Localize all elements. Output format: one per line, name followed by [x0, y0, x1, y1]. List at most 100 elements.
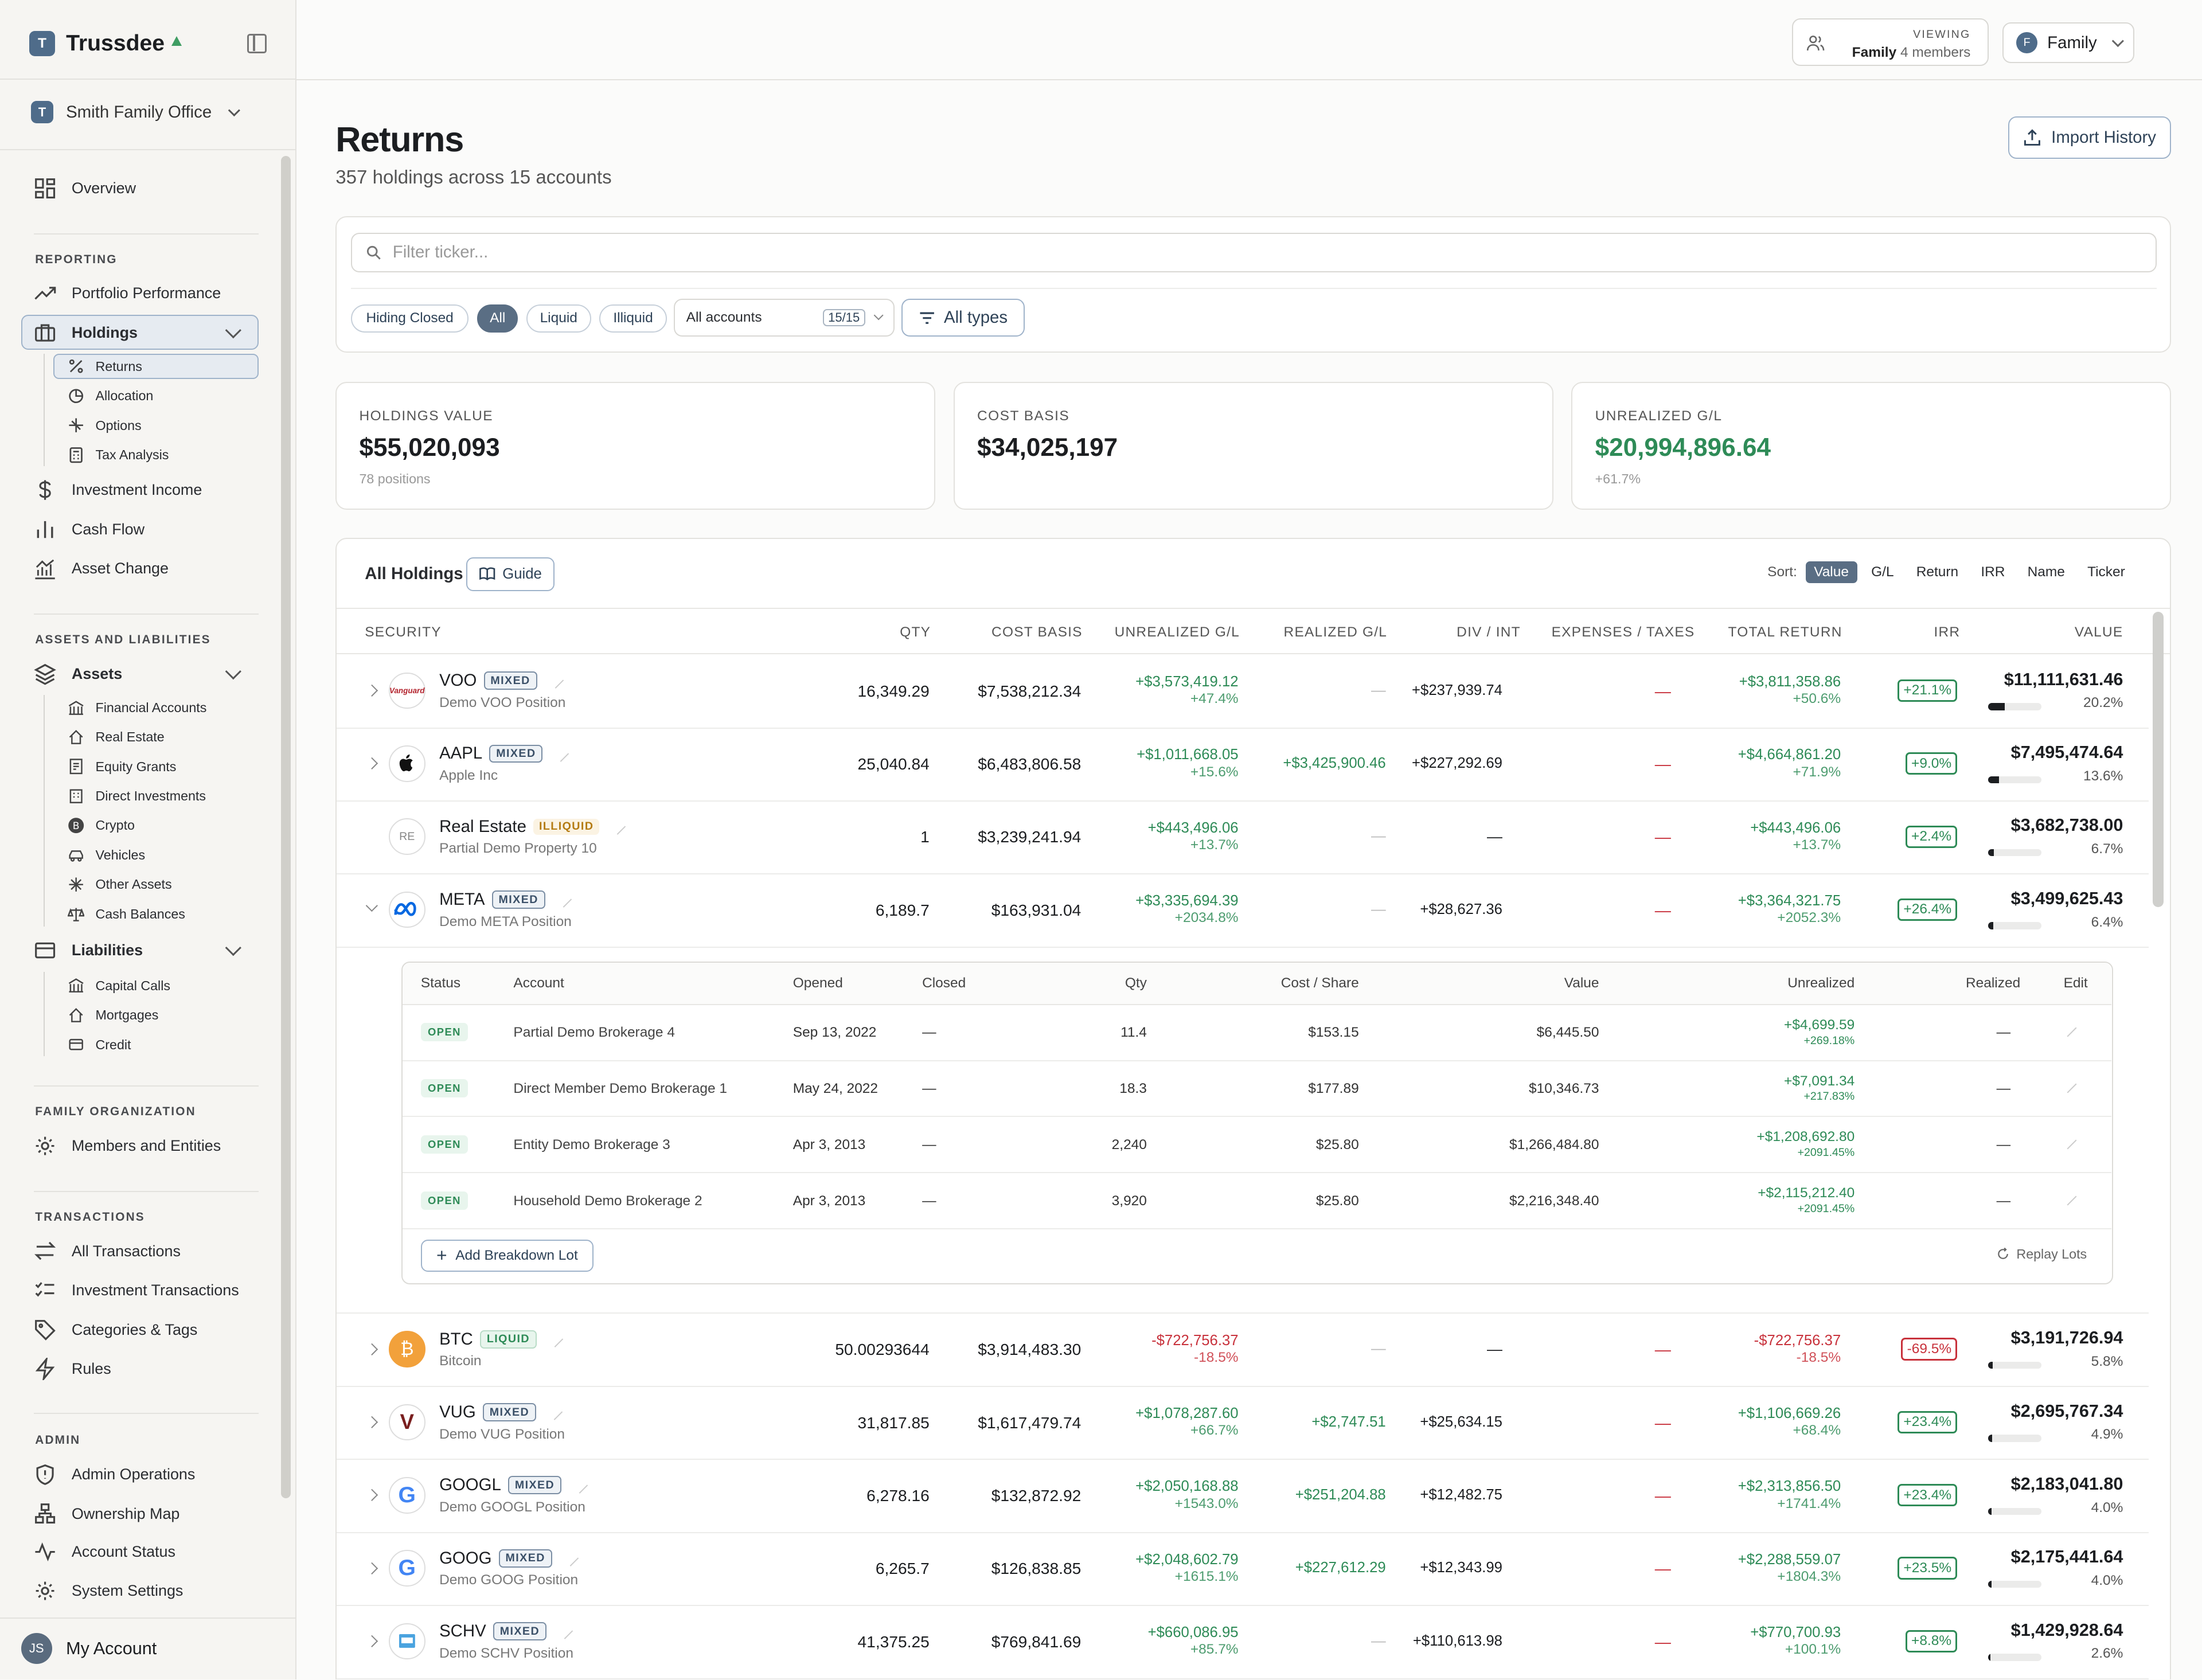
table-row[interactable]: AAPL MIXED Apple Inc 25,040.84 $6,483,806.58…	[337, 729, 2149, 802]
chevron-right-icon[interactable]	[366, 757, 378, 770]
import-history-button[interactable]: Import History	[2008, 116, 2172, 159]
hiding-closed-pill[interactable]: Hiding Closed	[350, 304, 469, 333]
ticker-filter-input[interactable]: Filter ticker...	[350, 233, 2157, 272]
sidebar-scrollbar[interactable]	[280, 155, 291, 1499]
nav-crypto[interactable]: B Crypto	[68, 814, 135, 837]
nav-all-transactions[interactable]: All Transactions	[34, 1237, 181, 1265]
nav-overview[interactable]: Overview	[34, 174, 136, 202]
nav-liabilities[interactable]: Liabilities	[34, 936, 143, 964]
nav-holdings[interactable]: Holdings	[34, 319, 138, 347]
col-total-return[interactable]: TOTAL RETURN	[1728, 624, 1842, 640]
ticker[interactable]: GOOG MIXED	[439, 1549, 579, 1568]
lot-row[interactable]: OPEN Entity Demo Brokerage 3 Apr 3, 2013 — 2…	[402, 1117, 2112, 1174]
ticker[interactable]: Real Estate ILLIQUID	[439, 817, 626, 837]
nav-allocation[interactable]: Allocation	[68, 385, 153, 407]
nav-cash-flow[interactable]: Cash Flow	[34, 515, 145, 544]
nav-tax-analysis[interactable]: Tax Analysis	[68, 444, 169, 466]
lot-row[interactable]: OPEN Partial Demo Brokerage 4 Sep 13, 2022…	[402, 1005, 2112, 1061]
col-realized[interactable]: REALIZED G/L	[1284, 624, 1388, 640]
ticker[interactable]: VOO MIXED	[439, 671, 564, 690]
pencil-icon[interactable]	[562, 1550, 579, 1566]
sort-return[interactable]: Return	[1908, 561, 1967, 583]
all-types-button[interactable]: All types	[901, 299, 1025, 337]
ticker[interactable]: META MIXED	[439, 890, 572, 909]
ticker[interactable]: SCHV MIXED	[439, 1622, 573, 1641]
pencil-icon[interactable]	[2067, 1083, 2077, 1093]
col-irr[interactable]: IRR	[1934, 624, 1961, 640]
pencil-icon[interactable]	[555, 892, 572, 908]
ticker[interactable]: VUG MIXED	[439, 1402, 563, 1422]
brand[interactable]: T Trussdee	[29, 30, 182, 56]
pencil-icon[interactable]	[553, 745, 569, 762]
nav-mortgages[interactable]: Mortgages	[68, 1004, 158, 1026]
nav-rules[interactable]: Rules	[34, 1355, 111, 1383]
nav-categories-tags[interactable]: Categories & Tags	[34, 1316, 197, 1344]
table-scrollbar[interactable]	[2152, 612, 2164, 907]
sort-name[interactable]: Name	[2019, 561, 2074, 583]
nav-asset-change[interactable]: Asset Change	[34, 554, 169, 583]
nav-account-status[interactable]: Account Status	[34, 1538, 175, 1566]
chevron-right-icon[interactable]	[366, 1635, 378, 1647]
add-breakdown-lot-button[interactable]: + Add Breakdown Lot	[420, 1239, 594, 1272]
table-row[interactable]: Vanguard VOO MIXED Demo VOO Position 16,349.…	[337, 655, 2149, 729]
pencil-icon[interactable]	[571, 1477, 588, 1494]
pencil-icon[interactable]	[547, 673, 564, 689]
lot-row[interactable]: OPEN Direct Member Demo Brokerage 1 May 24…	[402, 1061, 2112, 1118]
pencil-icon[interactable]	[546, 1331, 563, 1347]
family-dropdown[interactable]: F Family	[2002, 22, 2135, 64]
nav-real-estate[interactable]: Real Estate	[68, 726, 165, 748]
nav-portfolio-performance[interactable]: Portfolio Performance	[34, 279, 221, 307]
nav-assets[interactable]: Assets	[34, 660, 122, 688]
chevron-down-icon[interactable]	[225, 940, 241, 956]
nav-vehicles[interactable]: Vehicles	[68, 844, 145, 866]
pencil-icon[interactable]	[2067, 1195, 2077, 1206]
col-cost-basis[interactable]: COST BASIS	[991, 624, 1083, 640]
nav-investment-transactions[interactable]: Investment Transactions	[34, 1276, 239, 1304]
nav-investment-income[interactable]: Investment Income	[34, 476, 202, 504]
chevron-right-icon[interactable]	[366, 1416, 378, 1428]
col-expenses[interactable]: EXPENSES / TAXES	[1552, 624, 1695, 640]
table-row[interactable]: RE Real Estate ILLIQUID Partial Demo Proper…	[337, 802, 2149, 875]
sort-ticker[interactable]: Ticker	[2079, 561, 2133, 583]
nav-capital-calls[interactable]: Capital Calls	[68, 975, 170, 997]
chevron-down-icon[interactable]	[366, 899, 378, 912]
table-row[interactable]: V VUG MIXED Demo VUG Position 31,817.85 $1,61…	[337, 1387, 2149, 1460]
pencil-icon[interactable]	[546, 1404, 563, 1420]
table-row[interactable]: META MIXED Demo META Position 6,189.7 $163,9…	[337, 874, 2149, 948]
viewing-selector[interactable]: VIEWING Family 4 members	[1791, 18, 1989, 67]
ticker[interactable]: BTC LIQUID	[439, 1330, 563, 1349]
nav-ownership-map[interactable]: Ownership Map	[34, 1500, 179, 1528]
nav-cash-balances[interactable]: Cash Balances	[67, 903, 185, 925]
table-row[interactable]: ₿ BTC LIQUID Bitcoin 50.00293644 $3,914,483.3…	[337, 1314, 2149, 1388]
pencil-icon[interactable]	[556, 1623, 573, 1639]
table-row[interactable]: SCHV MIXED Demo SCHV Position 41,375.25 $769…	[337, 1606, 2149, 1679]
chevron-right-icon[interactable]	[366, 1489, 378, 1502]
pencil-icon[interactable]	[610, 818, 626, 835]
account-menu[interactable]: JS My Account	[21, 1633, 157, 1665]
filter-liquid-pill[interactable]: Liquid	[526, 304, 591, 333]
accounts-select[interactable]: All accounts 15/15	[674, 299, 895, 337]
table-row[interactable]: G GOOG MIXED Demo GOOG Position 6,265.7 $126,…	[337, 1533, 2149, 1607]
pencil-icon[interactable]	[2067, 1027, 2077, 1037]
nav-direct-investments[interactable]: Direct Investments	[68, 785, 206, 807]
chevron-right-icon[interactable]	[366, 685, 378, 697]
nav-admin-operations[interactable]: Admin Operations	[34, 1460, 195, 1488]
chevron-down-icon[interactable]	[225, 663, 241, 679]
nav-system-settings[interactable]: System Settings	[34, 1577, 183, 1605]
guide-button[interactable]: Guide	[466, 557, 555, 591]
chevron-right-icon[interactable]	[366, 1343, 378, 1355]
filter-illiquid-pill[interactable]: Illiquid	[599, 304, 667, 333]
chevron-right-icon[interactable]	[366, 1562, 378, 1574]
nav-options[interactable]: Options	[68, 414, 142, 436]
sort-value[interactable]: Value	[1805, 561, 1857, 583]
col-qty[interactable]: QTY	[900, 624, 931, 640]
sort-gl[interactable]: G/L	[1863, 561, 1902, 583]
col-value[interactable]: VALUE	[2075, 624, 2123, 640]
lot-row[interactable]: OPEN Household Demo Brokerage 2 Apr 3, 201…	[402, 1173, 2112, 1230]
nav-credit[interactable]: Credit	[68, 1033, 131, 1056]
nav-returns[interactable]: Returns	[68, 355, 142, 378]
nav-equity-grants[interactable]: Equity Grants	[68, 756, 176, 778]
pencil-icon[interactable]	[2067, 1139, 2077, 1150]
filter-all-pill[interactable]: All	[477, 304, 518, 333]
nav-members[interactable]: Members and Entities	[34, 1132, 221, 1160]
